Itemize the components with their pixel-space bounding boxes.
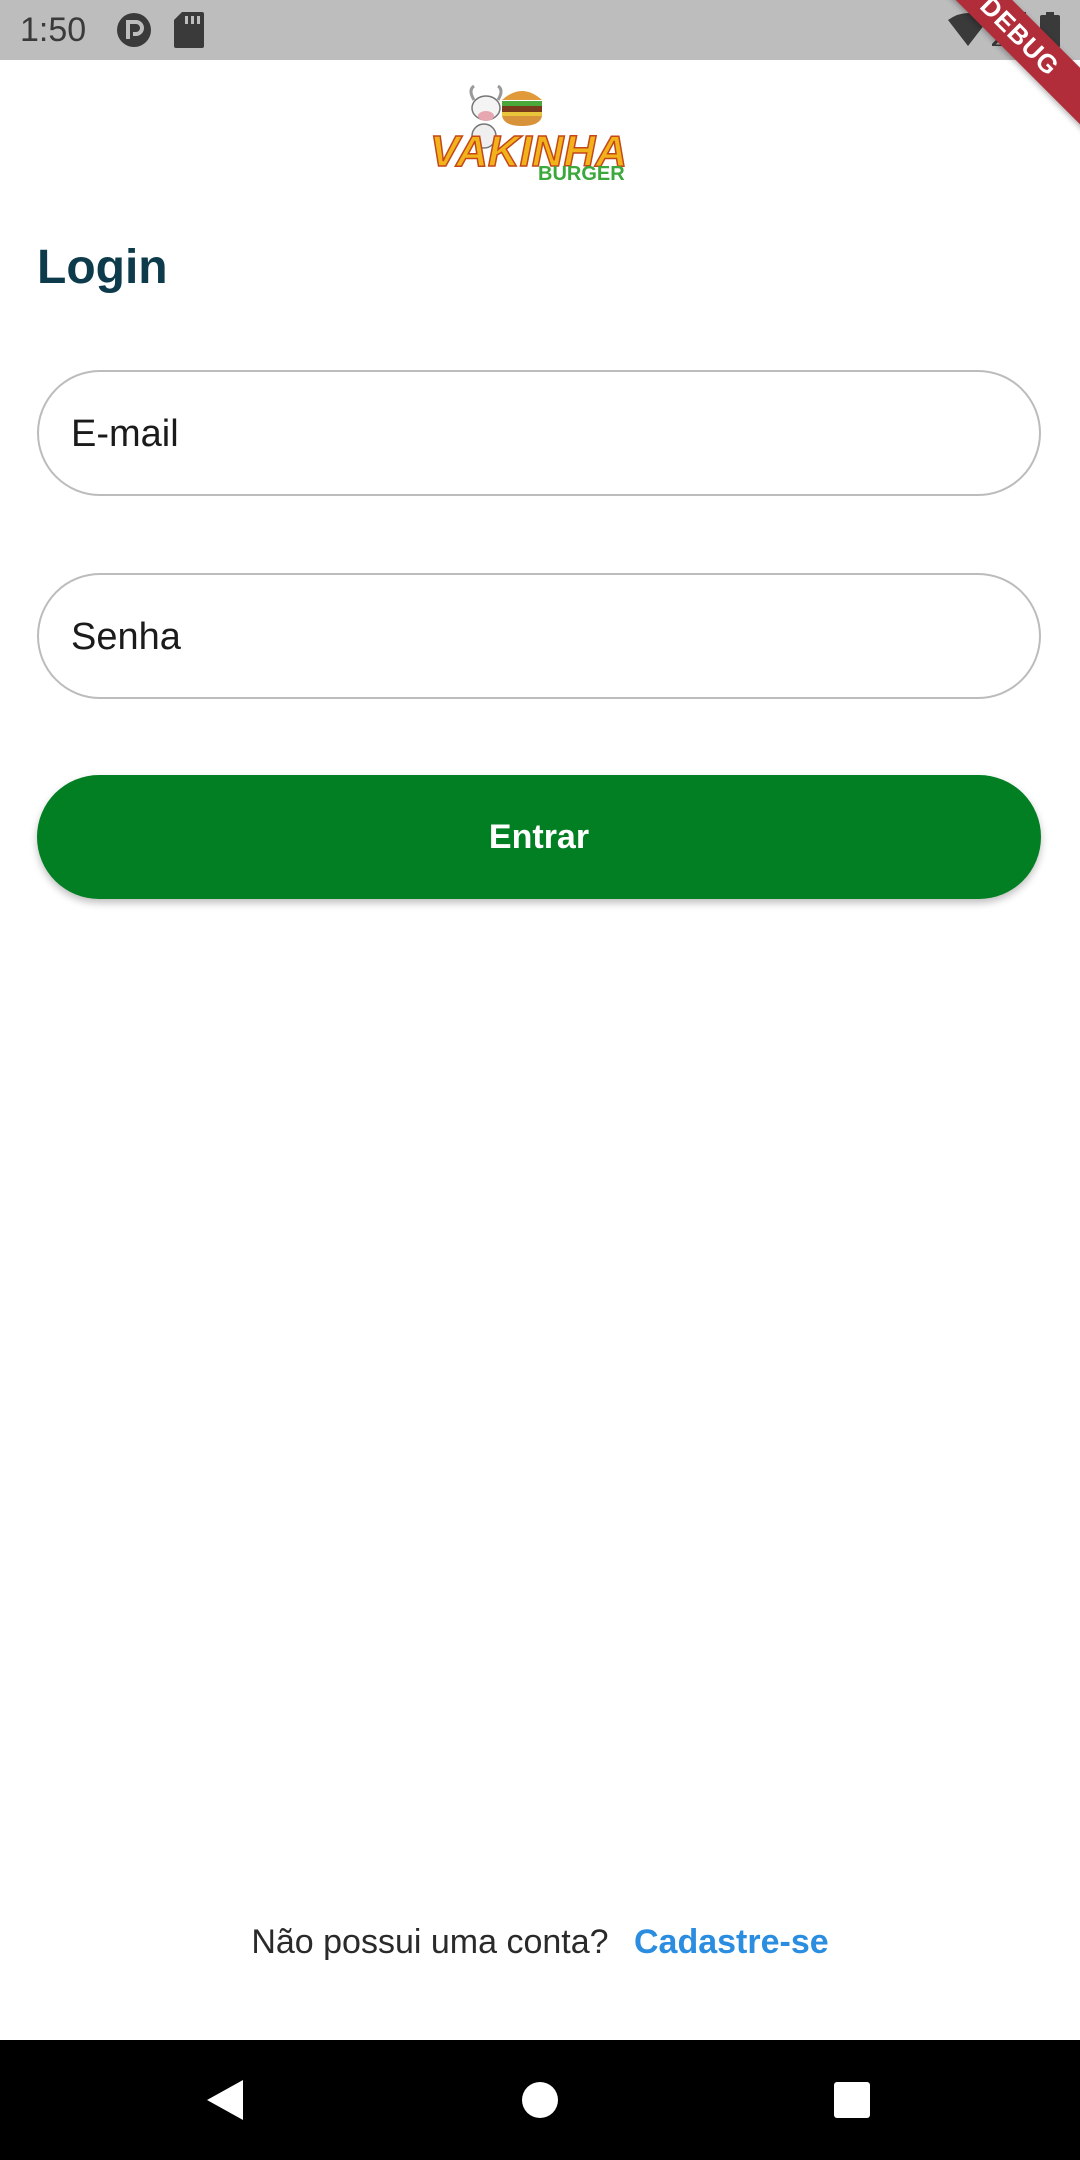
svg-text:BURGER: BURGER <box>538 163 625 184</box>
home-button[interactable] <box>510 2070 570 2130</box>
page-title: Login <box>37 241 168 294</box>
status-bar: 1:50 <box>0 0 1080 60</box>
email-field-container <box>37 370 1041 496</box>
status-time: 1:50 <box>20 11 87 49</box>
login-button[interactable]: Entrar <box>37 775 1041 899</box>
back-button[interactable] <box>195 2070 255 2130</box>
signup-row: Não possui uma conta? Cadastre-se <box>0 1920 1080 1964</box>
password-field[interactable] <box>69 575 1013 699</box>
app-logo: VAKINHA BURGER <box>429 74 650 185</box>
sd-card-icon <box>174 12 204 53</box>
burger-icon <box>502 91 542 126</box>
signup-link[interactable]: Cadastre-se <box>634 1923 829 1961</box>
system-nav-bar <box>0 2040 1080 2160</box>
home-icon <box>522 2082 558 2118</box>
signup-prompt: Não possui uma conta? <box>251 1923 609 1961</box>
pocket-casts-icon <box>116 12 152 53</box>
email-field[interactable] <box>69 372 1013 496</box>
recents-icon <box>834 2082 870 2118</box>
back-icon <box>207 2080 243 2120</box>
recents-button[interactable] <box>822 2070 882 2130</box>
password-field-container <box>37 573 1041 699</box>
